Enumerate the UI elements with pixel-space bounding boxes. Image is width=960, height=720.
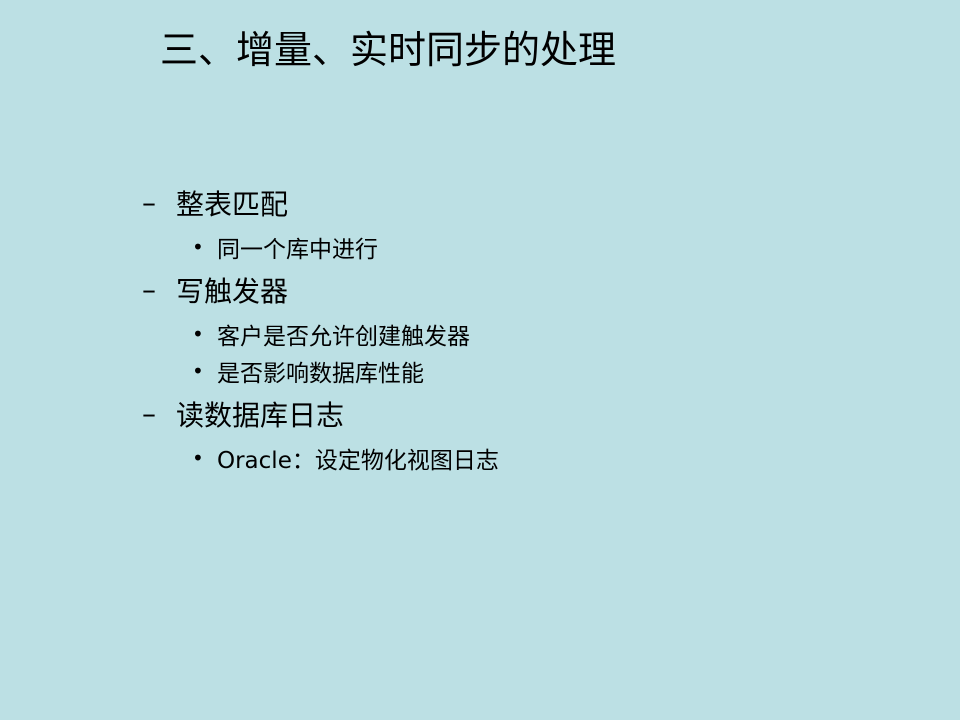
slide: 三、增量、实时同步的处理 – 整表匹配 • 同一个库中进行 – 写触发器 • 客… (0, 0, 960, 720)
section-item-text: 同一个库中进行 (217, 236, 378, 263)
dash-bullet-icon: – (142, 273, 156, 306)
dash-bullet-icon: – (142, 186, 156, 219)
section-item-text: Oracle：设定物化视图日志 (217, 447, 499, 474)
dot-bullet-icon: • (192, 445, 204, 470)
slide-content: – 整表匹配 • 同一个库中进行 – 写触发器 • 客户是否允许创建触发器 • … (142, 178, 902, 476)
dot-bullet-icon: • (192, 358, 204, 383)
section-item-text: 是否影响数据库性能 (217, 360, 424, 387)
dot-bullet-icon: • (192, 321, 204, 346)
section-heading-text: 读数据库日志 (176, 399, 345, 432)
section-heading: – 读数据库日志 (142, 389, 902, 439)
section-item: • Oracle：设定物化视图日志 (142, 439, 902, 476)
section-item-text: 客户是否允许创建触发器 (217, 323, 470, 350)
section-item: • 客户是否允许创建触发器 (142, 315, 902, 352)
section-heading: – 整表匹配 (142, 178, 902, 228)
dash-bullet-icon: – (142, 397, 156, 430)
section-item: • 同一个库中进行 (142, 228, 902, 265)
dot-bullet-icon: • (192, 234, 204, 259)
section-heading-text: 写触发器 (176, 275, 289, 308)
slide-title: 三、增量、实时同步的处理 (160, 28, 617, 72)
section-heading-text: 整表匹配 (176, 188, 289, 221)
section-heading: – 写触发器 (142, 265, 902, 315)
section-item: • 是否影响数据库性能 (142, 352, 902, 389)
